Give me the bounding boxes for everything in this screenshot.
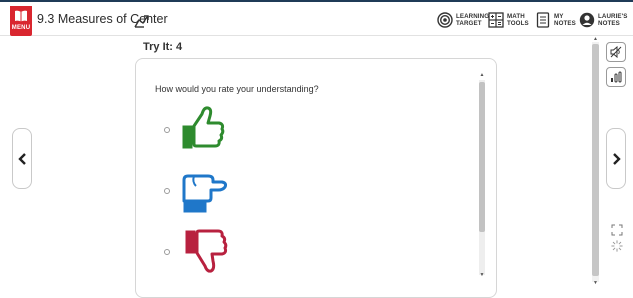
my-notes-button[interactable]: MY NOTES [535,10,576,30]
next-button[interactable] [606,128,626,189]
top-bar: MENU 9.3 Measures of Center LEARNING TAR… [0,0,633,36]
thumbs-up-icon[interactable] [178,104,226,150]
card-scroll-down-arrow[interactable]: ▼ [478,272,486,278]
top-accent-line [0,0,633,2]
math-tools-button[interactable]: MATH TOOLS [488,10,529,30]
math-tools-label-1: MATH [507,13,525,20]
my-notes-label-2: NOTES [554,20,576,27]
loading-spinner-icon [611,240,623,252]
thumbs-sideways-icon[interactable] [180,168,228,214]
my-notes-label-1: MY [554,13,564,20]
book-icon [15,10,27,22]
learning-target-label-1: LEARNING [456,13,490,20]
lauries-notes-button[interactable]: LAURIE'S NOTES [579,10,627,30]
rating-radio-middle[interactable] [164,188,170,194]
target-icon [437,12,453,28]
share-icon[interactable] [133,13,151,29]
user-notes-icon [579,12,595,28]
fullscreen-icon[interactable] [611,224,623,236]
lauries-notes-label-1: LAURIE'S [598,13,628,20]
menu-button[interactable]: MENU [10,6,32,36]
learning-target-button[interactable]: LEARNING TARGET [437,10,489,30]
previous-button[interactable] [12,128,32,189]
mute-button[interactable] [606,42,626,62]
question-text: How would you rate your understanding? [155,84,319,94]
lauries-notes-label-2: NOTES [598,20,620,27]
math-tools-icon [488,12,504,28]
page-scroll-thumb[interactable] [592,44,599,276]
menu-label: MENU [11,25,31,31]
chevron-right-icon [613,153,621,165]
section-heading: Try It: 4 [143,41,183,53]
audio-button[interactable] [606,67,626,87]
card-scroll-up-arrow[interactable]: ▲ [478,72,486,78]
card-scroll-thumb[interactable] [479,82,485,232]
learning-target-label-2: TARGET [456,20,482,27]
chevron-left-icon [18,153,26,165]
audio-bars-icon [611,71,622,83]
notes-icon [536,12,550,28]
page-scroll-down-arrow[interactable]: ▼ [592,280,599,286]
card-scrollbar[interactable]: ▲ ▼ [478,72,486,282]
rating-radio-down[interactable] [164,249,170,255]
rating-radio-up[interactable] [164,127,170,133]
math-tools-label-2: TOOLS [507,20,529,27]
page-scrollbar[interactable]: ▲ ▼ [592,36,599,288]
thumbs-down-icon[interactable] [182,229,230,275]
speaker-mute-icon [610,46,622,58]
